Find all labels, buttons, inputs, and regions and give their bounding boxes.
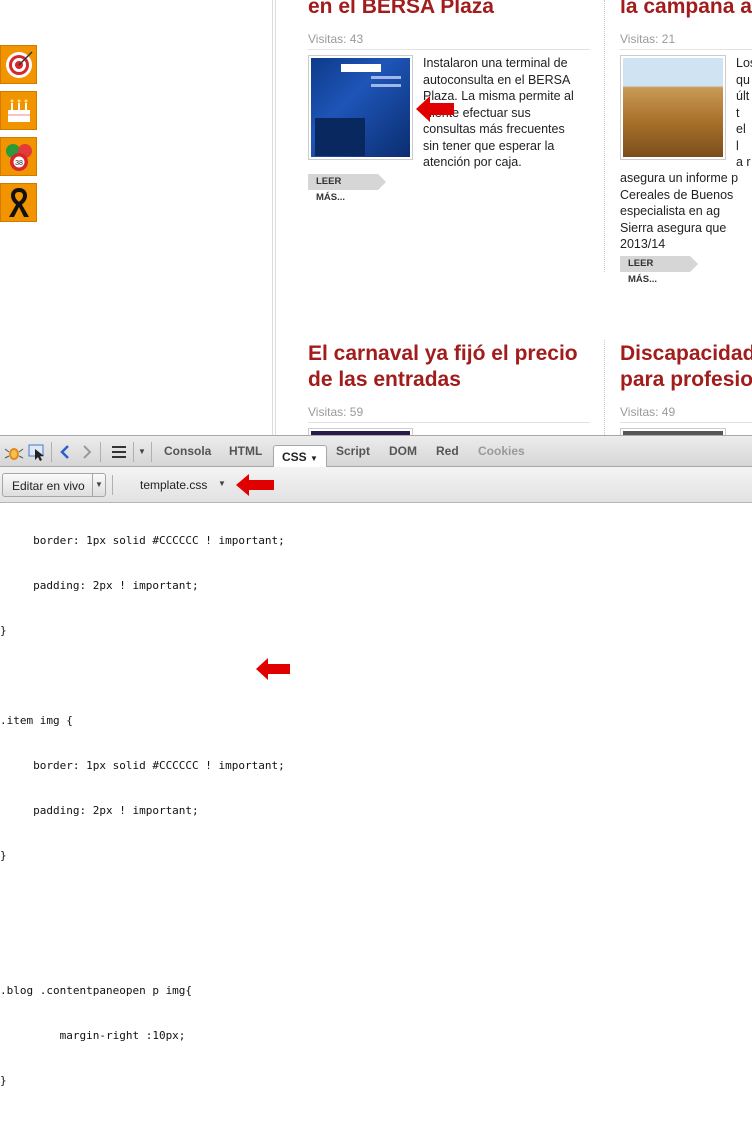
annotation-arrow-icon xyxy=(416,96,454,122)
divider xyxy=(308,49,590,50)
tab-html[interactable]: HTML xyxy=(229,444,262,458)
inspect-element-icon[interactable] xyxy=(27,443,47,461)
toolbar-separator xyxy=(151,442,152,462)
text-line: especialista en ag xyxy=(620,204,721,218)
toolbar-separator xyxy=(100,442,101,462)
svg-text:38: 38 xyxy=(15,160,23,167)
tab-dom[interactable]: DOM xyxy=(389,444,417,458)
article-body-side: Los qu últ t el l a r xyxy=(736,55,752,171)
live-edit-button[interactable]: Editar en vivo ▼ xyxy=(2,473,106,497)
firebug-icon[interactable] xyxy=(4,443,24,461)
code-line: ​ xyxy=(0,938,752,953)
stylesheet-selector[interactable]: template.css xyxy=(140,478,207,492)
article-title[interactable]: Discapacidad para profesio xyxy=(620,341,752,393)
tab-consola[interactable]: Consola xyxy=(164,444,211,458)
dropdown-arrow-icon[interactable]: ▼ xyxy=(138,447,146,456)
forward-arrow-icon[interactable] xyxy=(80,444,94,460)
code-line: margin-right :10px; xyxy=(0,1029,186,1042)
toolbar-separator xyxy=(133,442,134,462)
title-line: Discapacidad xyxy=(620,342,752,365)
code-line: ​ xyxy=(0,893,752,908)
text-line: Cereales de Buenos xyxy=(620,187,734,202)
text-line: t xyxy=(736,105,740,120)
text-line: el xyxy=(736,122,746,136)
code-line: border: 1px solid #CCCCCC ! important; xyxy=(0,759,285,772)
code-line: .item img { xyxy=(0,714,73,727)
column-divider xyxy=(275,0,276,435)
tab-cookies[interactable]: Cookies xyxy=(478,444,525,458)
code-line: padding: 2px ! important; xyxy=(0,579,199,592)
read-more-button[interactable]: LEER MÁS... xyxy=(620,256,698,285)
text-line: atención por caja. xyxy=(423,155,522,169)
css-subtoolbar: Editar en vivo ▼ template.css ▼ xyxy=(0,467,752,503)
text-line: qu xyxy=(736,72,750,87)
code-line: } xyxy=(0,849,7,862)
visit-count: Visitas: 59 xyxy=(308,405,364,419)
text-line: a r xyxy=(736,155,751,169)
text-line: Instalaron una terminal de xyxy=(423,56,568,70)
toolbar-separator xyxy=(112,475,113,495)
title-line: para profesio xyxy=(620,368,752,391)
menu-list-icon[interactable] xyxy=(112,446,126,458)
toolbar-separator xyxy=(51,442,52,462)
css-source-view[interactable]: border: 1px solid #CCCCCC ! important; p… xyxy=(0,503,752,1087)
column-divider xyxy=(272,0,273,435)
birthday-cake-icon[interactable] xyxy=(0,91,37,130)
annotation-arrow-icon xyxy=(236,474,274,496)
article-image-atm[interactable] xyxy=(308,55,413,160)
text-line: asegura un informe p xyxy=(620,171,739,185)
annotation-arrow-icon xyxy=(256,658,290,680)
title-line: El carnaval ya fijó el precio xyxy=(308,342,578,365)
firebug-panel: ▼ Consola HTML CSS ▼ Script DOM Red Cook… xyxy=(0,435,752,1087)
article-title[interactable]: la campana a xyxy=(620,0,752,20)
dotted-divider xyxy=(604,340,605,435)
dropdown-arrow-icon[interactable]: ▼ xyxy=(218,479,226,488)
code-line: border: 1px solid #CCCCCC ! important; xyxy=(0,534,285,547)
bingo-ball-icon[interactable]: 38 xyxy=(0,137,37,176)
read-more-button[interactable]: LEER MÁS... xyxy=(308,174,386,203)
divider xyxy=(308,422,590,423)
code-line: padding: 2px ! important; xyxy=(0,804,199,817)
visit-count: Visitas: 49 xyxy=(620,405,676,419)
divider xyxy=(620,49,752,50)
firebug-toolbar: ▼ Consola HTML CSS ▼ Script DOM Red Cook… xyxy=(0,435,752,468)
article-image[interactable] xyxy=(308,428,413,435)
visit-count: Visitas: 43 xyxy=(308,32,364,46)
website-viewport: 38 en el BERSA Plaza Visitas: 43 Instala… xyxy=(0,0,752,435)
divider xyxy=(620,422,752,423)
text-line: Los xyxy=(736,56,752,70)
tab-css[interactable]: CSS ▼ xyxy=(273,445,327,468)
article-title[interactable]: El carnaval ya fijó el precio de las ent… xyxy=(308,341,578,393)
tab-script[interactable]: Script xyxy=(336,444,370,458)
article-image-field[interactable] xyxy=(620,55,726,160)
text-line: sin tener que esperar la xyxy=(423,138,555,153)
text-line: autoconsulta en el BERSA xyxy=(423,72,571,87)
back-arrow-icon[interactable] xyxy=(58,444,72,460)
target-icon[interactable] xyxy=(0,45,37,84)
text-line: últ xyxy=(736,89,750,103)
dotted-divider xyxy=(604,0,605,272)
text-line: 2013/14 xyxy=(620,237,666,251)
article-title[interactable]: en el BERSA Plaza xyxy=(308,0,494,20)
code-line: } xyxy=(0,624,7,637)
code-line: .blog .contentpaneopen p img{ xyxy=(0,984,193,997)
text-line: l xyxy=(736,138,739,153)
article-image[interactable] xyxy=(620,428,726,435)
text-line: consultas más frecuentes xyxy=(423,122,565,136)
tab-red[interactable]: Red xyxy=(436,444,459,458)
title-line: de las entradas xyxy=(308,368,461,391)
code-line: } xyxy=(0,1074,7,1087)
text-line: Sierra asegura que xyxy=(620,220,727,235)
article-body: asegura un informe p Cereales de Buenos … xyxy=(620,170,752,253)
dropdown-arrow-icon[interactable]: ▼ xyxy=(92,474,105,496)
code-line: ​ xyxy=(0,668,752,683)
visit-count: Visitas: 21 xyxy=(620,32,676,46)
mourning-ribbon-icon[interactable] xyxy=(0,183,37,222)
live-edit-label: Editar en vivo xyxy=(12,479,85,493)
